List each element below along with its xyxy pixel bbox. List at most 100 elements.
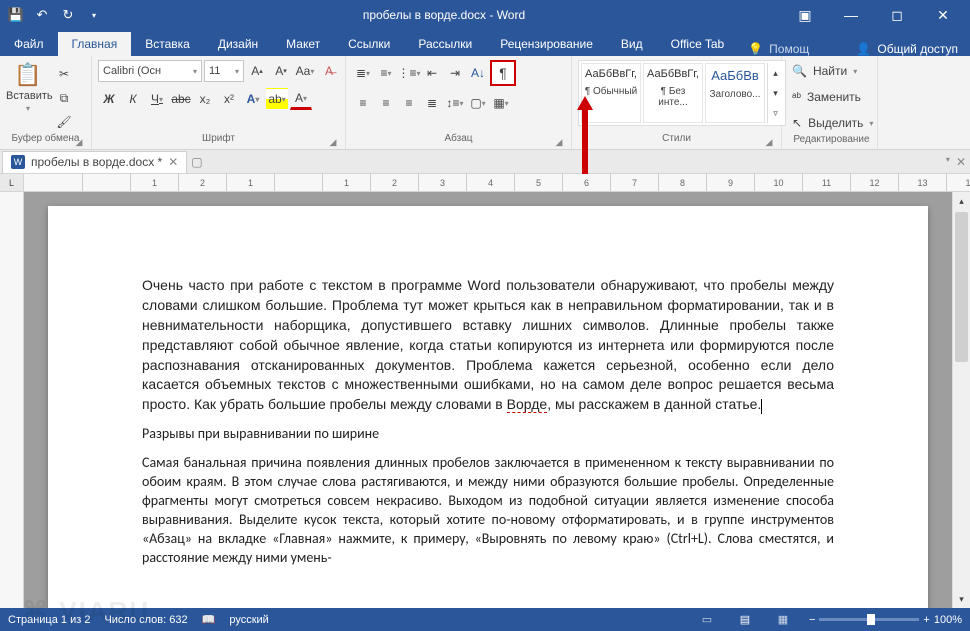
tab-nav-close[interactable]: ✕ [956,155,966,169]
font-name-dropdown[interactable]: Calibri (Осн▾ [98,60,202,82]
multilevel-list-button[interactable]: ⋮≡▾ [398,62,420,84]
styles-gallery[interactable]: АаБбВвГг,¶ Обычный АаБбВвГг,¶ Без инте..… [578,60,786,126]
save-button[interactable]: 💾 [4,3,28,27]
paragraph-2[interactable]: Разрывы при выравнивании по ширине [142,425,834,444]
ribbon-display-options[interactable]: ▣ [782,0,828,30]
editing-group-label: Редактирование [793,134,869,145]
sort-button[interactable]: A↓ [467,62,489,84]
paragraph-launcher[interactable]: ◢ [553,137,565,149]
document-tab-label: пробелы в ворде.docx * [31,155,162,169]
tell-me[interactable]: 💡Помощ [738,42,819,56]
document-tab[interactable]: W пробелы в ворде.docx * ✕ [2,151,187,173]
strikethrough-button[interactable]: abc [170,88,192,110]
change-case-button[interactable]: Aa▾ [294,60,316,82]
zoom-out-button[interactable]: − [809,614,815,626]
status-page[interactable]: Страница 1 из 2 [8,614,90,626]
paragraph-1[interactable]: Очень часто при работе с текстом в прогр… [142,276,834,415]
paragraph-3[interactable]: Самая банальная причина появления длинны… [142,454,834,567]
font-size-dropdown[interactable]: 11▾ [204,60,244,82]
gallery-down[interactable]: ▾ [768,83,783,103]
tab-insert[interactable]: Вставка [131,32,204,56]
tab-view[interactable]: Вид [607,32,657,56]
text-effects-button[interactable]: A▾ [242,88,264,110]
replace-button[interactable]: ᵃᵇЗаменить [792,86,861,108]
close-doc-tab[interactable]: ✕ [168,155,178,169]
borders-button[interactable]: ▦▾ [490,92,512,114]
tab-officetab[interactable]: Office Tab [657,32,739,56]
clear-formatting-button[interactable]: A̶ [318,60,340,82]
status-words[interactable]: Число слов: 632 [104,614,187,626]
show-marks-button[interactable]: ¶ [490,60,516,86]
document-page[interactable]: Очень часто при работе с текстом в прогр… [48,206,928,608]
tab-review[interactable]: Рецензирование [486,32,607,56]
style-normal[interactable]: АаБбВвГг,¶ Обычный [581,63,641,123]
new-doc-tab[interactable]: ▢ [191,155,202,169]
align-center-button[interactable]: ≡ [375,92,397,114]
status-language[interactable]: русский [229,614,268,626]
superscript-button[interactable]: x² [218,88,240,110]
tab-references[interactable]: Ссылки [334,32,404,56]
scroll-down-button[interactable]: ▾ [953,590,970,608]
tab-mailings[interactable]: Рассылки [404,32,486,56]
font-group-label: Шрифт [202,133,235,144]
align-justify-button[interactable]: ≣ [421,92,443,114]
clipboard-launcher[interactable]: ◢ [73,137,85,149]
tab-home[interactable]: Главная [58,32,132,56]
increase-indent-button[interactable]: ⇥ [444,62,466,84]
gallery-up[interactable]: ▴ [768,63,783,83]
zoom-level[interactable]: 100% [934,614,962,626]
paragraph-group-label: Абзац [444,133,472,144]
format-painter-button[interactable]: 🖌 [54,112,74,132]
find-button[interactable]: 🔍Найти▾ [792,60,857,82]
tab-file[interactable]: Файл [0,32,58,56]
highlight-button[interactable]: ab▾ [266,88,288,110]
view-read-mode[interactable]: ▭ [695,610,719,630]
subscript-button[interactable]: x₂ [194,88,216,110]
tab-layout[interactable]: Макет [272,32,334,56]
gallery-more[interactable]: ▿ [768,103,783,123]
align-right-button[interactable]: ≡ [398,92,420,114]
zoom-in-button[interactable]: + [923,614,929,626]
bold-button[interactable]: Ж [98,88,120,110]
view-web-layout[interactable]: ▦ [771,610,795,630]
styles-launcher[interactable]: ◢ [763,137,775,149]
line-spacing-button[interactable]: ↕≡▾ [444,92,466,114]
horizontal-ruler[interactable]: L 1211234567891011121314151617 [0,174,970,192]
tab-design[interactable]: Дизайн [204,32,272,56]
decrease-indent-button[interactable]: ⇤ [421,62,443,84]
shading-button[interactable]: ▢▾ [467,92,489,114]
clipboard-icon: 📋 [6,62,50,88]
minimize-button[interactable]: — [828,0,874,30]
maximize-button[interactable]: ◻ [874,0,920,30]
copy-button[interactable]: ⧉ [54,88,74,108]
vertical-scrollbar[interactable]: ▴ ▾ [952,192,970,608]
underline-button[interactable]: Ч▾ [146,88,168,110]
numbering-button[interactable]: ≡▾ [375,62,397,84]
select-button[interactable]: ↖Выделить▾ [792,112,873,134]
vertical-ruler[interactable] [0,192,24,608]
grow-font-button[interactable]: A▴ [246,60,268,82]
cut-button[interactable]: ✂ [54,64,74,84]
style-nospacing[interactable]: АаБбВвГг,¶ Без инте... [643,63,703,123]
undo-button[interactable]: ↶ [30,3,54,27]
scroll-thumb[interactable] [955,212,968,362]
font-color-button[interactable]: A▾ [290,88,312,110]
bullets-button[interactable]: ≣▾ [352,62,374,84]
status-proofing-icon[interactable]: 📖 [202,613,216,626]
share-button[interactable]: 👤Общий доступ [844,42,970,56]
qat-customize[interactable]: ▾ [82,3,106,27]
zoom-slider[interactable] [819,618,919,621]
scroll-up-button[interactable]: ▴ [953,192,970,210]
close-window-button[interactable]: ✕ [920,0,966,30]
italic-button[interactable]: К [122,88,144,110]
paste-button[interactable]: 📋 Вставить▾ [6,60,50,114]
font-launcher[interactable]: ◢ [327,137,339,149]
shrink-font-button[interactable]: A▾ [270,60,292,82]
align-left-button[interactable]: ≡ [352,92,374,114]
view-print-layout[interactable]: ▤ [733,610,757,630]
ruler-corner: L [0,174,24,191]
document-area[interactable]: Очень часто при работе с текстом в прогр… [24,192,952,608]
tab-nav-dropdown[interactable]: ▾ [946,155,950,169]
redo-button[interactable]: ↻ [56,3,80,27]
style-heading1[interactable]: АаБбВвЗаголово... [705,63,765,123]
